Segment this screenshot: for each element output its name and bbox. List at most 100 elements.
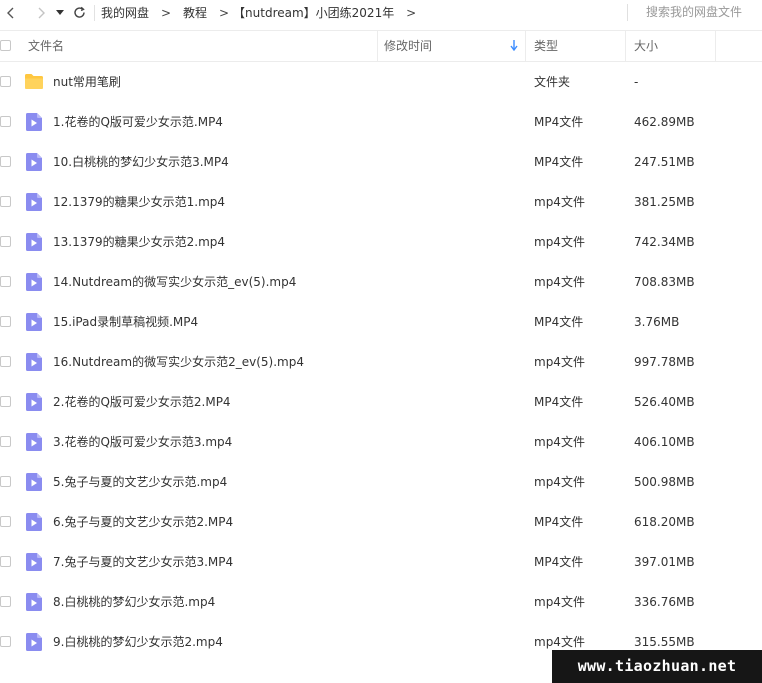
column-header-size[interactable]: 大小 — [634, 31, 658, 61]
row-checkbox[interactable] — [0, 116, 11, 127]
file-row[interactable]: 16.Nutdream的微写实少女示范2_ev(5).mp4 mp4文件 997.7… — [0, 342, 762, 382]
file-name[interactable]: 7.兔子与夏的文艺少女示范3.MP4 — [53, 542, 233, 582]
file-name[interactable]: 15.iPad录制草稿视频.MP4 — [53, 302, 198, 342]
file-name[interactable]: nut常用笔刷 — [53, 62, 121, 102]
row-checkbox[interactable] — [0, 276, 11, 287]
file-type: mp4文件 — [534, 275, 585, 289]
column-header-type[interactable]: 类型 — [534, 31, 558, 61]
column-divider — [525, 31, 526, 61]
refresh-button[interactable] — [68, 0, 90, 25]
breadcrumb-item-my-disk[interactable]: 我的网盘 — [101, 4, 149, 21]
file-type: MP4文件 — [534, 555, 584, 569]
file-name[interactable]: 13.1379的糖果少女示范2.mp4 — [53, 222, 225, 262]
file-row[interactable]: nut常用笔刷 文件夹 - — [0, 62, 762, 102]
column-header-name[interactable]: 文件名 — [28, 31, 64, 61]
toolbar-divider — [94, 4, 95, 21]
row-checkbox[interactable] — [0, 196, 11, 207]
file-name[interactable]: 8.白桃桃的梦幻少女示范.mp4 — [53, 582, 215, 622]
select-all-checkbox[interactable] — [0, 40, 11, 51]
video-file-icon — [26, 113, 42, 134]
file-name[interactable]: 2.花卷的Q版可爱少女示范2.MP4 — [53, 382, 231, 422]
file-list-header: 文件名 修改时间 类型 大小 — [0, 30, 762, 62]
video-file-icon — [26, 313, 42, 334]
file-name[interactable]: 3.花卷的Q版可爱少女示范3.mp4 — [53, 422, 232, 462]
file-row[interactable]: 2.花卷的Q版可爱少女示范2.MP4 MP4文件 526.40MB — [0, 382, 762, 422]
column-header-modified[interactable]: 修改时间 — [384, 31, 432, 61]
netdisk-file-browser: 我的网盘 > 教程 > 【nutdream】小团练2021年 > 搜索我的网盘文… — [0, 0, 762, 683]
navigation-bar: 我的网盘 > 教程 > 【nutdream】小团练2021年 > 搜索我的网盘文… — [0, 0, 762, 25]
breadcrumb-separator: > — [406, 5, 417, 20]
video-file-icon — [26, 593, 42, 614]
file-row[interactable]: 13.1379的糖果少女示范2.mp4 mp4文件 742.34MB — [0, 222, 762, 262]
file-row[interactable]: 5.兔子与夏的文艺少女示范.mp4 mp4文件 500.98MB — [0, 462, 762, 502]
file-row[interactable]: 14.Nutdream的微写实少女示范_ev(5).mp4 mp4文件 708.83… — [0, 262, 762, 302]
video-file-icon — [26, 513, 42, 534]
file-size: 381.25MB — [634, 195, 695, 209]
file-type: MP4文件 — [534, 315, 584, 329]
row-checkbox[interactable] — [0, 396, 11, 407]
video-file-icon — [26, 393, 42, 414]
file-name[interactable]: 1.花卷的Q版可爱少女示范.MP4 — [53, 102, 223, 142]
file-row[interactable]: 15.iPad录制草稿视频.MP4 MP4文件 3.76MB — [0, 302, 762, 342]
row-checkbox[interactable] — [0, 236, 11, 247]
video-file-icon — [26, 633, 42, 654]
file-size: 708.83MB — [634, 275, 695, 289]
file-type: MP4文件 — [534, 155, 584, 169]
row-checkbox[interactable] — [0, 76, 11, 87]
file-row[interactable]: 7.兔子与夏的文艺少女示范3.MP4 MP4文件 397.01MB — [0, 542, 762, 582]
video-file-icon — [26, 273, 42, 294]
file-name[interactable]: 16.Nutdream的微写实少女示范2_ev(5).mp4 — [53, 342, 304, 382]
search-input[interactable]: 搜索我的网盘文件 — [646, 4, 758, 21]
file-size: 336.76MB — [634, 595, 695, 609]
file-name[interactable]: 5.兔子与夏的文艺少女示范.mp4 — [53, 462, 227, 502]
file-name[interactable]: 6.兔子与夏的文艺少女示范2.MP4 — [53, 502, 233, 542]
file-type: 文件夹 — [534, 75, 571, 89]
video-file-icon — [26, 553, 42, 574]
file-row[interactable]: 1.花卷的Q版可爱少女示范.MP4 MP4文件 462.89MB — [0, 102, 762, 142]
file-row[interactable]: 10.白桃桃的梦幻少女示范3.MP4 MP4文件 247.51MB — [0, 142, 762, 182]
file-row[interactable]: 3.花卷的Q版可爱少女示范3.mp4 mp4文件 406.10MB — [0, 422, 762, 462]
history-dropdown-button[interactable] — [52, 0, 68, 25]
row-checkbox[interactable] — [0, 156, 11, 167]
search-divider — [627, 4, 628, 21]
video-file-icon — [26, 473, 42, 494]
row-checkbox[interactable] — [0, 316, 11, 327]
file-list: nut常用笔刷 文件夹 - 1.花卷的Q版可爱少女示范.MP4 MP4文件 462.89M… — [0, 62, 762, 662]
forward-button[interactable] — [30, 0, 52, 25]
row-checkbox[interactable] — [0, 476, 11, 487]
row-checkbox[interactable] — [0, 516, 11, 527]
file-row[interactable]: 8.白桃桃的梦幻少女示范.mp4 mp4文件 336.76MB — [0, 582, 762, 622]
file-name[interactable]: 14.Nutdream的微写实少女示范_ev(5).mp4 — [53, 262, 296, 302]
video-file-icon — [26, 353, 42, 374]
file-row[interactable]: 6.兔子与夏的文艺少女示范2.MP4 MP4文件 618.20MB — [0, 502, 762, 542]
column-divider — [625, 31, 626, 61]
folder-icon — [24, 73, 44, 93]
file-size: 618.20MB — [634, 515, 695, 529]
row-checkbox[interactable] — [0, 596, 11, 607]
file-type: mp4文件 — [534, 355, 585, 369]
file-type: mp4文件 — [534, 435, 585, 449]
file-size: 462.89MB — [634, 115, 695, 129]
file-name[interactable]: 12.1379的糖果少女示范1.mp4 — [53, 182, 225, 222]
row-checkbox[interactable] — [0, 636, 11, 647]
back-button[interactable] — [0, 0, 22, 25]
file-size: 526.40MB — [634, 395, 695, 409]
breadcrumb-item-current-folder[interactable]: 【nutdream】小团练2021年 — [233, 4, 394, 21]
breadcrumb: 我的网盘 > 教程 > 【nutdream】小团练2021年 > — [101, 4, 428, 21]
file-type: MP4文件 — [534, 395, 584, 409]
breadcrumb-separator: > — [160, 5, 172, 20]
row-checkbox[interactable] — [0, 556, 11, 567]
file-size: 406.10MB — [634, 435, 695, 449]
breadcrumb-item-tutorials[interactable]: 教程 — [183, 4, 207, 21]
file-name[interactable]: 9.白桃桃的梦幻少女示范2.mp4 — [53, 622, 223, 662]
file-row[interactable]: 12.1379的糖果少女示范1.mp4 mp4文件 381.25MB — [0, 182, 762, 222]
file-size: 742.34MB — [634, 235, 695, 249]
refresh-icon — [73, 6, 85, 18]
file-type: mp4文件 — [534, 235, 585, 249]
file-name[interactable]: 10.白桃桃的梦幻少女示范3.MP4 — [53, 142, 229, 182]
file-type: mp4文件 — [534, 595, 585, 609]
caret-down-icon — [56, 9, 64, 15]
row-checkbox[interactable] — [0, 356, 11, 367]
row-checkbox[interactable] — [0, 436, 11, 447]
sort-descending-icon[interactable] — [510, 40, 518, 51]
